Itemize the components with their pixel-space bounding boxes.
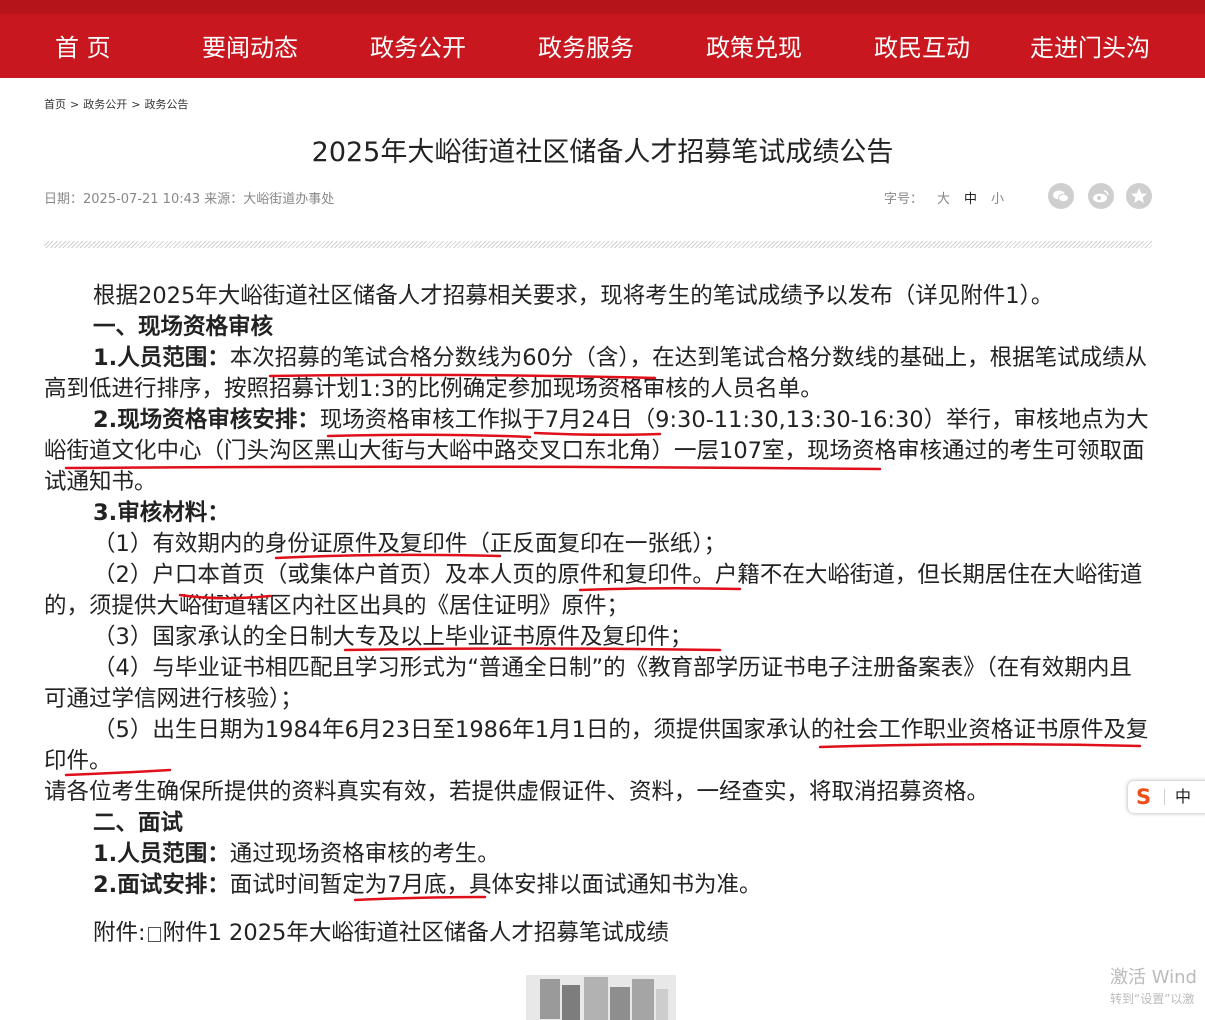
font-size-small[interactable]: 小 (991, 192, 1004, 207)
paragraph-text: 面试时间暂定为7月底，具体安排以面试通知书为准。 (229, 872, 762, 898)
os-activation-watermark: 激活 Wind (1110, 967, 1197, 988)
paragraph: 1.人员范围：通过现场资格审核的考生。 (44, 839, 1154, 870)
material-item: （2）户口本首页（或集体户首页）及本人页的原件和复印件。户籍不在大峪街道，但长期… (44, 562, 1143, 619)
content-divider (44, 241, 1152, 248)
attachment-link[interactable]: 附件1 2025年大峪街道社区储备人才招募笔试成绩 (163, 920, 669, 946)
nav-item-about[interactable]: 走进门头沟 (1030, 0, 1150, 78)
material-item: （4）与毕业证书相匹配且学习形式为“普通全日制”的《教育部学历证书电子注册备案表… (44, 655, 1132, 712)
material-item: （3）国家承认的全日制大专及以上毕业证书原件及复印件； (93, 624, 693, 650)
nav-item-home[interactable]: 首 页 (55, 0, 111, 78)
attachment-label: 附件: (93, 920, 146, 946)
breadcrumb: 首页 > 政务公开 > 政务公告 (44, 96, 188, 112)
page-title: 2025年大峪街道社区储备人才招募笔试成绩公告 (311, 137, 894, 168)
section-heading-text: 一、现场资格审核 (93, 314, 274, 340)
ime-toolbar[interactable]: S 中 (1128, 781, 1205, 813)
paragraph-label: 2.面试安排： (93, 872, 230, 898)
nav-item-gov-service[interactable]: 政务服务 (538, 0, 634, 78)
ime-mode-toggle[interactable]: 中 (1175, 781, 1191, 813)
breadcrumb-separator: > (70, 98, 80, 111)
paragraph: 2.现场资格审核安排：现场资格审核工作拟于7月24日（9:30-11:30,13… (44, 405, 1154, 498)
ime-divider (1164, 789, 1165, 805)
paragraph: 1.人员范围：本次招募的笔试合格分数线为60分（含），在达到笔试合格分数线的基础… (44, 343, 1154, 405)
intro-paragraph: 根据2025年大峪街道社区储备人才招募相关要求，现将考生的笔试成绩予以发布（详见… (93, 283, 1054, 309)
material-item: （5）出生日期为1984年6月23日至1986年1月1日的，须提供国家承认的社会… (44, 717, 1149, 774)
attachment-row: 附件: 附件1 2025年大峪街道社区储备人才招募笔试成绩 (44, 918, 1154, 949)
weibo-icon[interactable] (1088, 183, 1114, 209)
sogou-logo-icon: S (1136, 785, 1152, 809)
breadcrumb-home[interactable]: 首页 (44, 98, 66, 111)
material-item: （1）有效期内的身份证原件及复印件（正反面复印在一张纸）； (93, 531, 727, 557)
favorite-icon[interactable] (1126, 183, 1152, 209)
breadcrumb-separator: > (131, 98, 141, 111)
nav-item-news[interactable]: 要闻动态 (202, 0, 298, 78)
warning-paragraph: 请各位考生确保所提供的资料真实有效，若提供虚假证件、资料，一经查实，将取消招募资… (44, 779, 990, 805)
nav-item-interaction[interactable]: 政民互动 (874, 0, 970, 78)
qr-code-image (526, 975, 676, 1020)
paragraph: 3.审核材料： (44, 498, 1154, 529)
font-size-large[interactable]: 大 (937, 192, 950, 207)
article-meta: 日期：2025-07-21 10:43 来源：大峪街道办事处 (44, 192, 335, 207)
paragraph-text: 通过现场资格审核的考生。 (229, 841, 500, 867)
top-nav-bar: 首 页 要闻动态 政务公开 政务服务 政策兑现 政民互动 走进门头沟 (0, 0, 1205, 78)
breadcrumb-announcements[interactable]: 政务公告 (144, 98, 188, 111)
os-activation-watermark-hint: 转到“设置”以激 (1110, 992, 1195, 1006)
paragraph-label: 1.人员范围： (93, 841, 230, 867)
paragraph: 2.面试安排：面试时间暂定为7月底，具体安排以面试通知书为准。 (44, 870, 1154, 901)
paragraph-label: 3.审核材料： (93, 500, 230, 526)
paragraph-label: 2.现场资格审核安排： (93, 407, 320, 433)
font-size-medium[interactable]: 中 (964, 192, 977, 207)
article-body: 根据2025年大峪街道社区储备人才招募相关要求，现将考生的笔试成绩予以发布（详见… (44, 281, 1154, 949)
section-heading: 一、现场资格审核 (44, 312, 1154, 343)
section-heading: 二、面试 (44, 808, 1154, 839)
breadcrumb-gov-affairs[interactable]: 政务公开 (83, 98, 127, 111)
section-heading-text: 二、面试 (93, 810, 184, 836)
file-icon (147, 927, 161, 942)
font-size-switcher: 字号： 大中小 (884, 188, 1004, 207)
nav-item-gov-affairs[interactable]: 政务公开 (370, 0, 466, 78)
wechat-icon[interactable] (1048, 183, 1074, 209)
paragraph-label: 1.人员范围： (93, 345, 230, 371)
nav-item-policy[interactable]: 政策兑现 (706, 0, 802, 78)
font-size-label: 字号： (884, 192, 924, 207)
